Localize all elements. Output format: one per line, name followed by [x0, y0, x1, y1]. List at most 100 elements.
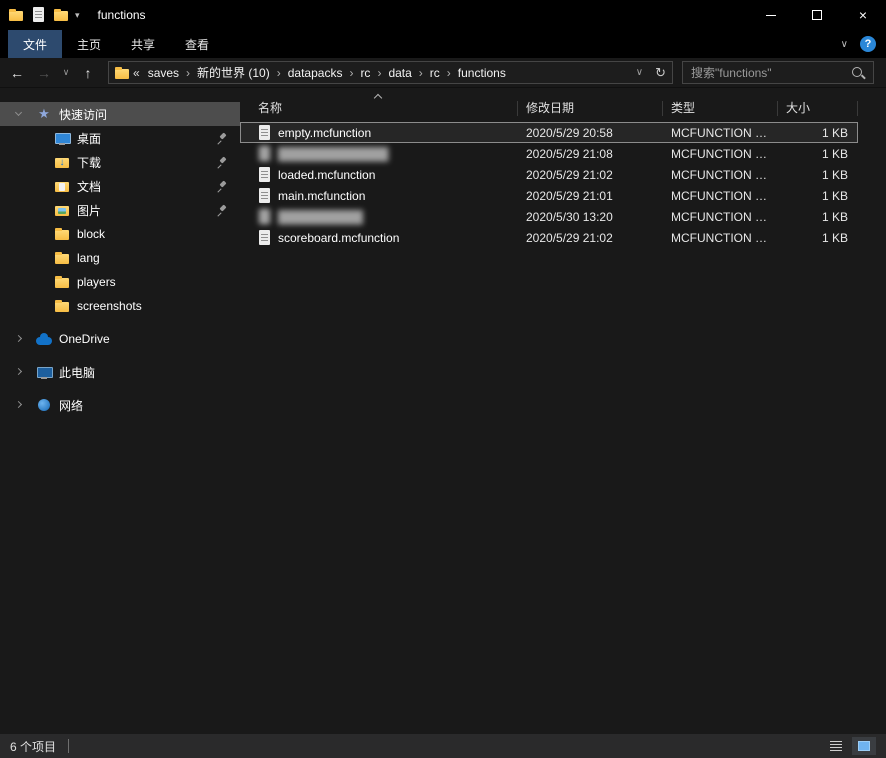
column-header-label: 名称: [258, 101, 283, 115]
file-name-cell: loaded.mcfunction: [240, 164, 518, 185]
sidebar-item-label: 快速访问: [59, 107, 108, 122]
expand-chevron-icon[interactable]: [14, 108, 23, 117]
ribbon-tab[interactable]: 主页: [62, 30, 116, 58]
cloud-icon: [36, 331, 52, 347]
breadcrumb-separator-icon: ›: [377, 65, 382, 80]
file-size: 1 KB: [821, 167, 848, 182]
file-name: empty.mcfunction: [278, 125, 372, 140]
sidebar-item[interactable]: 桌面: [0, 126, 240, 150]
file-date-modified: 2020/5/29 21:08: [526, 146, 613, 161]
sidebar-item[interactable]: 网络: [0, 393, 240, 417]
sidebar-item-label: 桌面: [77, 131, 102, 146]
sidebar-item[interactable]: 此电脑: [0, 360, 240, 384]
file-type: MCFUNCTION …: [671, 125, 767, 140]
ribbon-collapse-icon[interactable]: ∨: [841, 39, 848, 50]
search-input[interactable]: [683, 65, 851, 80]
search-icon[interactable]: [851, 66, 867, 80]
file-date-modified: 2020/5/30 13:20: [526, 209, 613, 224]
thumbnail-view-button[interactable]: [852, 737, 876, 755]
column-header[interactable]: 修改日期: [518, 92, 663, 122]
file-row[interactable]: scoreboard.mcfunction 2020/5/29 21:02 MC…: [240, 227, 858, 248]
breadcrumb-overflow[interactable]: «: [130, 66, 143, 80]
help-icon[interactable]: ?: [860, 36, 876, 52]
folder-icon: [54, 298, 70, 314]
details-view-icon: [830, 741, 842, 751]
sidebar-item-label: 此电脑: [59, 365, 96, 380]
breadcrumb-segment: data ›: [383, 66, 424, 80]
sidebar-item-label: 文档: [77, 179, 102, 194]
window-controls: ×: [748, 0, 886, 30]
file-name: scoreboard.mcfunction: [278, 230, 400, 245]
up-button[interactable]: ↑: [75, 65, 101, 81]
file-name-cell: main.mcfunction: [240, 185, 518, 206]
pin-icon: [217, 181, 227, 191]
sidebar-item[interactable]: block: [0, 222, 240, 246]
expand-chevron-icon[interactable]: [14, 367, 23, 376]
sidebar-item[interactable]: 文档: [0, 174, 240, 198]
sidebar-item[interactable]: 下载: [0, 150, 240, 174]
sidebar-item[interactable]: 快速访问: [0, 102, 240, 126]
items-count: 6 个项目: [10, 739, 57, 754]
maximize-icon: [812, 10, 822, 20]
ribbon-tab[interactable]: 查看: [170, 30, 224, 58]
qat-new-folder-button[interactable]: [53, 7, 69, 23]
column-header[interactable]: 大小: [778, 92, 858, 122]
breadcrumb-item[interactable]: data: [383, 66, 416, 80]
sidebar-item[interactable]: OneDrive: [0, 327, 240, 351]
sidebar-item[interactable]: 图片: [0, 198, 240, 222]
column-header[interactable]: 类型: [663, 92, 778, 122]
address-bar[interactable]: « saves › 新的世界 (10) › datapacks › rc › d…: [108, 61, 673, 84]
folder-icon: [54, 250, 70, 266]
breadcrumb-item[interactable]: datapacks: [283, 66, 348, 80]
breadcrumb-item[interactable]: rc: [425, 66, 445, 80]
sidebar-item[interactable]: players: [0, 270, 240, 294]
file-row[interactable]: █████████████ 2020/5/29 21:08 MCFUNCTION…: [240, 143, 858, 164]
close-button[interactable]: ×: [840, 0, 886, 30]
search-box[interactable]: [682, 61, 874, 84]
qat-properties-button[interactable]: [32, 7, 45, 23]
column-header[interactable]: 名称: [240, 92, 518, 122]
forward-button[interactable]: →: [31, 65, 57, 81]
mcfunction-file-icon: [258, 124, 271, 141]
ribbon-tab[interactable]: 共享: [116, 30, 170, 58]
file-name: ██████████: [278, 209, 364, 224]
minimize-button[interactable]: [748, 0, 794, 30]
address-history-dropdown-icon[interactable]: ∨: [630, 67, 649, 78]
expand-chevron-icon[interactable]: [14, 334, 23, 343]
file-size: 1 KB: [821, 230, 848, 245]
ribbon-right-controls: ∨ ?: [841, 36, 886, 52]
breadcrumb-item[interactable]: saves: [143, 66, 184, 80]
sidebar-item[interactable]: screenshots: [0, 294, 240, 318]
file-row[interactable]: loaded.mcfunction 2020/5/29 21:02 MCFUNC…: [240, 164, 858, 185]
breadcrumb-segment: functions ›: [453, 66, 511, 80]
details-view-button[interactable]: [824, 737, 848, 755]
file-row[interactable]: empty.mcfunction 2020/5/29 20:58 MCFUNCT…: [240, 122, 858, 143]
explorer-app-icon: [8, 7, 24, 23]
file-name-cell: ██████████: [240, 206, 518, 227]
expand-chevron-icon[interactable]: [14, 400, 23, 409]
breadcrumb-separator-icon: ›: [418, 65, 423, 80]
sidebar-item[interactable]: lang: [0, 246, 240, 270]
file-row[interactable]: ██████████ 2020/5/30 13:20 MCFUNCTION … …: [240, 206, 858, 227]
sidebar-item-label: screenshots: [77, 299, 142, 313]
file-type: MCFUNCTION …: [671, 209, 767, 224]
file-name-cell: scoreboard.mcfunction: [240, 227, 518, 248]
sidebar-item-label: 图片: [77, 203, 102, 218]
refresh-icon[interactable]: ↻: [649, 65, 668, 81]
maximize-button[interactable]: [794, 0, 840, 30]
sidebar-item-label: 网络: [59, 398, 84, 413]
file-row[interactable]: main.mcfunction 2020/5/29 21:01 MCFUNCTI…: [240, 185, 858, 206]
column-header-label: 类型: [671, 101, 696, 115]
file-size: 1 KB: [821, 125, 848, 140]
back-button[interactable]: ←: [4, 65, 30, 81]
breadcrumb-item[interactable]: 新的世界 (10): [192, 64, 275, 81]
recent-locations-dropdown-icon[interactable]: ∨: [58, 67, 74, 78]
ribbon-tab[interactable]: 文件: [8, 30, 63, 58]
breadcrumb-item[interactable]: rc: [355, 66, 375, 80]
breadcrumb-separator-icon: ›: [186, 65, 191, 80]
address-folder-icon: [114, 65, 130, 81]
sidebar-item-label: OneDrive: [59, 332, 110, 346]
breadcrumb-item[interactable]: functions: [453, 66, 511, 80]
breadcrumb-segment: saves ›: [143, 66, 192, 80]
qat-customize-dropdown-icon[interactable]: ▾: [75, 10, 80, 21]
